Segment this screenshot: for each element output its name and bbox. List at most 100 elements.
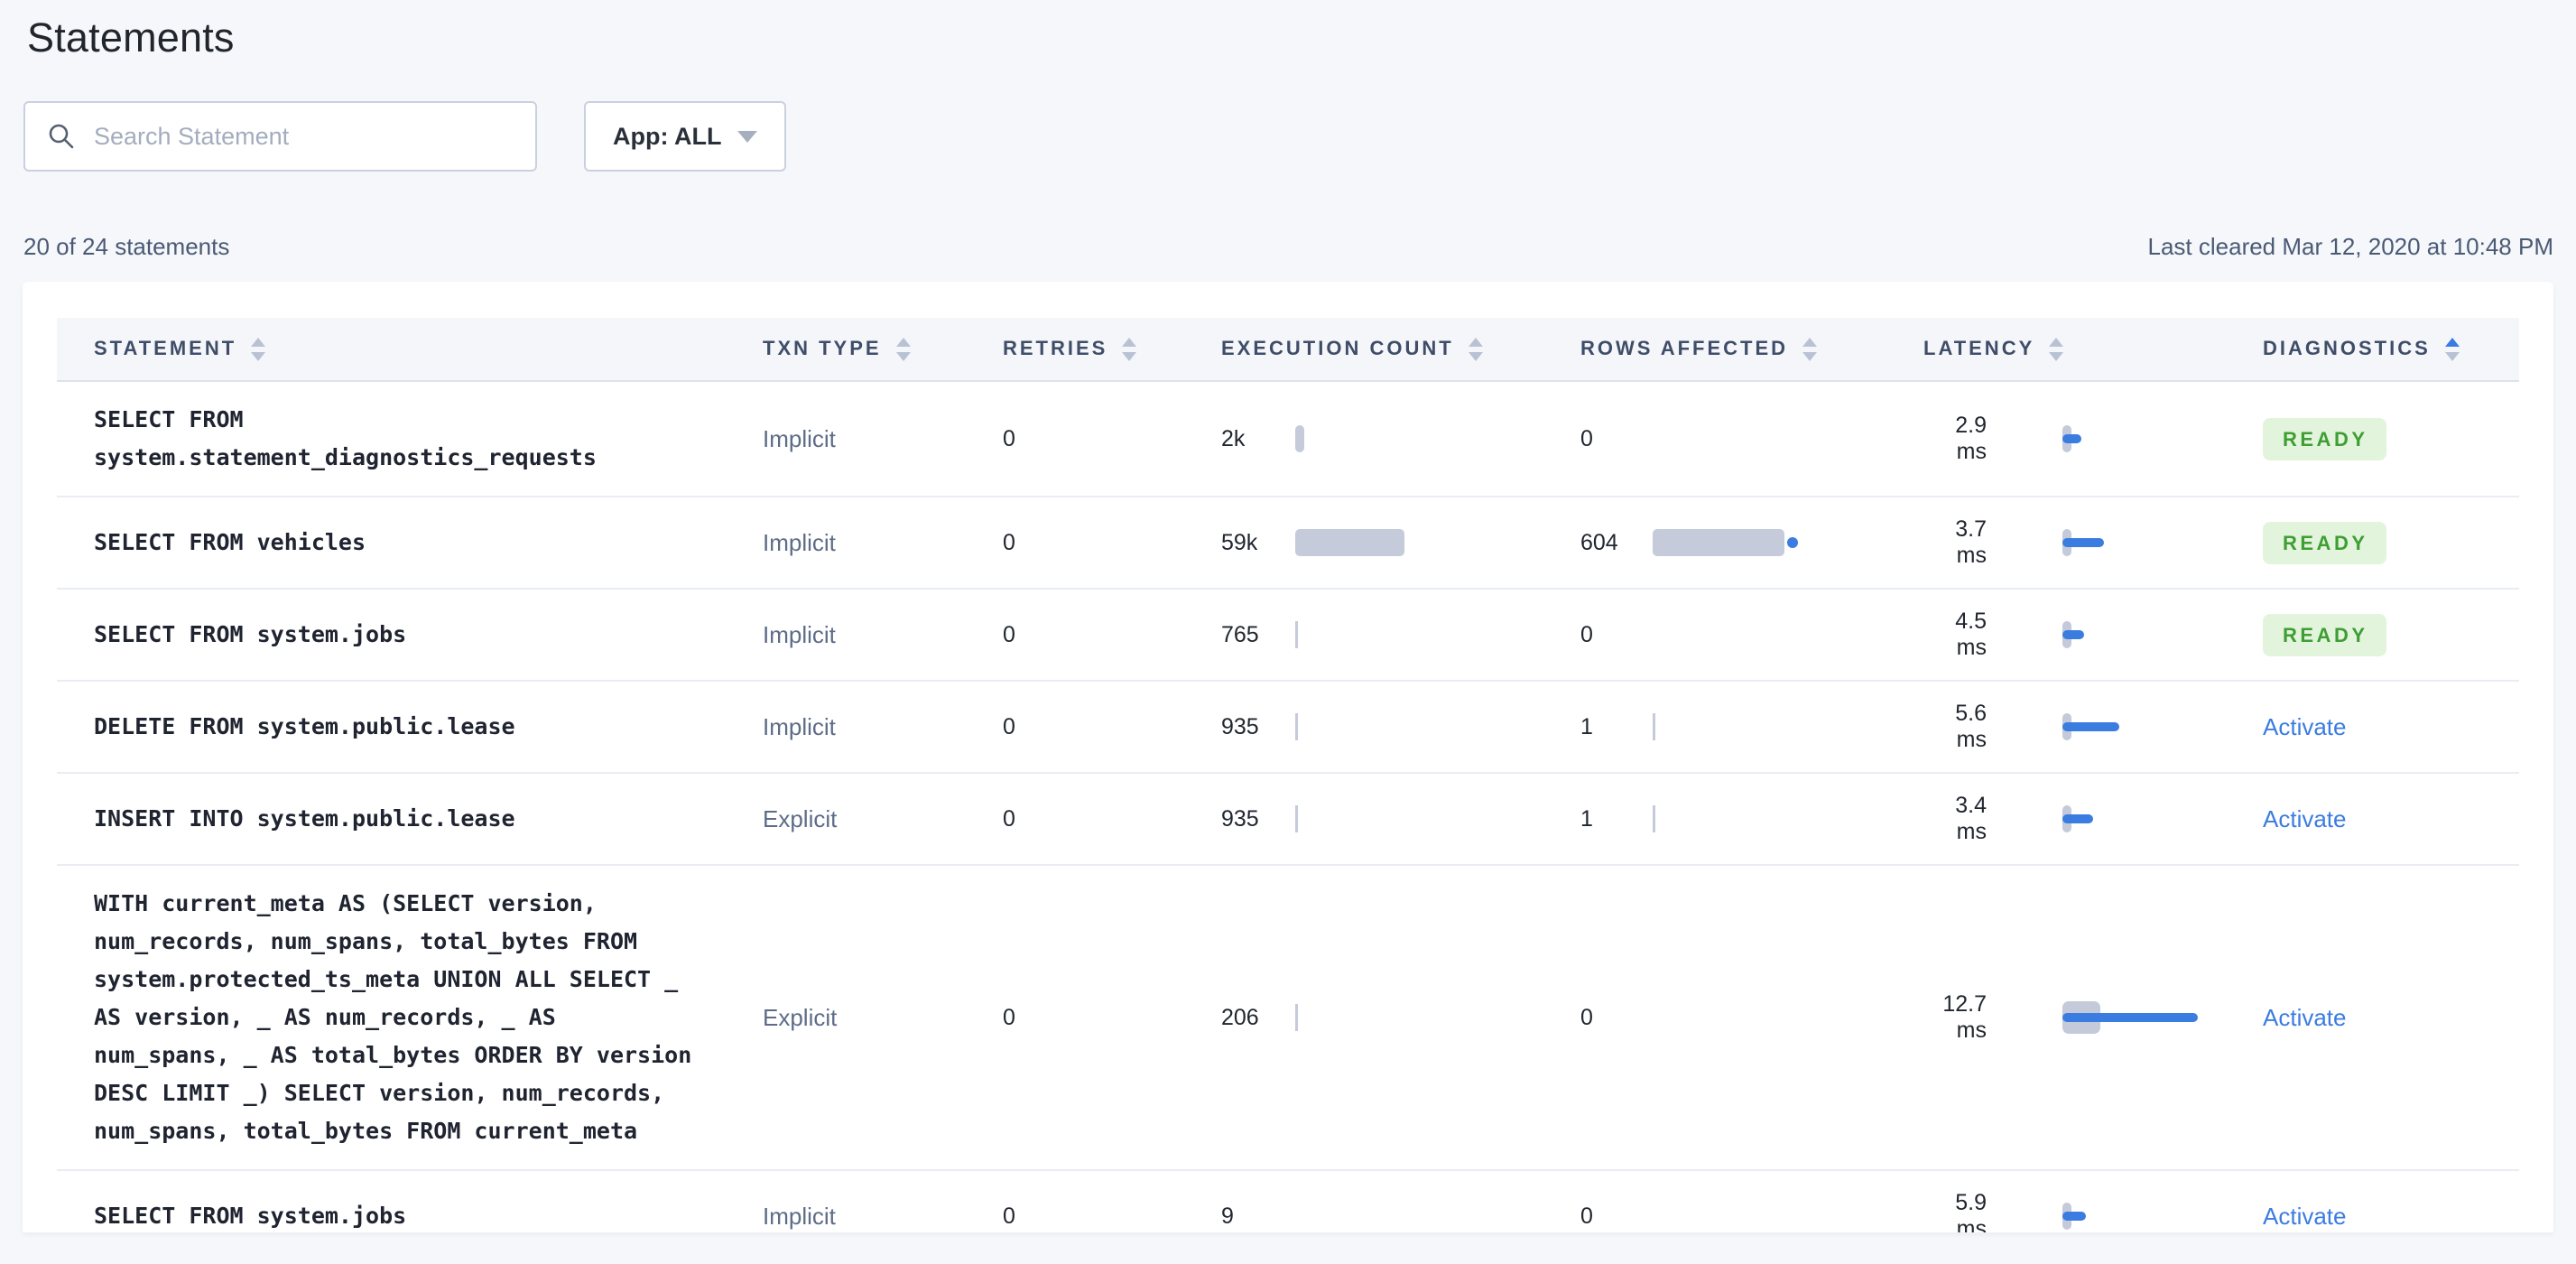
retries-cell: 0 (1003, 773, 1221, 866)
rows-affected-bar-fill (1653, 713, 1655, 740)
statements-count: 20 of 24 statements (23, 233, 230, 260)
execution-count-bar (1295, 525, 1404, 561)
sort-arrows-icon (1122, 338, 1137, 362)
search-icon (49, 124, 74, 149)
execution-count: 9 (1221, 1198, 1580, 1232)
execution-count-value: 206 (1221, 1004, 1259, 1030)
sort-arrows-icon (1802, 338, 1818, 362)
column-header-rows_affected[interactable]: ROWS AFFECTED (1580, 318, 1923, 382)
latency-value: 2.9 ms (1955, 413, 1987, 464)
diagnostics-activate-link[interactable]: Activate (2263, 805, 2347, 832)
execution-count-bar (1295, 999, 1298, 1036)
execution-count-cell: 765 (1221, 589, 1580, 682)
execution-count-bar (1295, 801, 1298, 837)
latency: 3.4 ms (1923, 793, 2263, 845)
sort-arrows-icon (2444, 338, 2460, 362)
latency-bar-chart (2062, 617, 2252, 653)
column-header-latency[interactable]: LATENCY (1923, 318, 2263, 382)
search-box (23, 101, 537, 172)
rows-affected: 0 (1580, 617, 1923, 653)
sort-asc-icon (1122, 338, 1137, 348)
latency-cell: 3.4 ms (1923, 773, 2263, 866)
diagnostics-ready-badge[interactable]: READY (2263, 521, 2386, 564)
diagnostics-cell: Activate (2263, 681, 2519, 774)
sort-desc-icon (1802, 352, 1818, 362)
execution-count-bar (1295, 617, 1298, 653)
column-header-diagnostics[interactable]: DIAGNOSTICS (2263, 318, 2519, 382)
table-row: WITH current_meta AS (SELECT version, nu… (57, 865, 2519, 1171)
table-meta-row: 20 of 24 statements Last cleared Mar 12,… (23, 233, 2553, 261)
statement-text: SELECT FROM system.statement_diagnostics… (94, 406, 597, 470)
txn-type-cell: Implicit (763, 497, 1003, 590)
execution-count-value: 2k (1221, 425, 1246, 451)
table-row: INSERT INTO system.public.lease Explicit 0… (57, 773, 2519, 866)
diagnostics-activate-link[interactable]: Activate (2263, 713, 2347, 740)
column-header-retries[interactable]: RETRIES (1003, 318, 1221, 382)
rows-affected: 0 (1580, 421, 1923, 457)
execution-count-bar-fill (1295, 529, 1404, 556)
rows-affected-bar (1653, 801, 1655, 837)
chevron-down-icon (737, 130, 758, 143)
execution-count-value: 935 (1221, 713, 1259, 739)
retries-cell: 0 (1003, 865, 1221, 1171)
statement-cell[interactable]: WITH current_meta AS (SELECT version, nu… (57, 865, 763, 1171)
sort-asc-icon (895, 338, 911, 348)
latency: 3.7 ms (1923, 516, 2263, 569)
table-row: DELETE FROM system.public.lease Implicit 0… (57, 681, 2519, 774)
txn-type-cell: Explicit (763, 773, 1003, 866)
column-header-label: ROWS AFFECTED (1580, 336, 1789, 359)
statements-table-card: STATEMENT TXN TYPE RETRIES EXECUTION COUNT R… (23, 282, 2553, 1232)
latency-value: 5.9 ms (1955, 1190, 1987, 1232)
column-header-txn_type[interactable]: TXN TYPE (763, 318, 1003, 382)
latency-mean-bar (2062, 1212, 2086, 1221)
statement-cell[interactable]: SELECT FROM system.jobs (57, 589, 763, 682)
latency: 5.9 ms (1923, 1190, 2263, 1232)
latency-cell: 4.5 ms (1923, 589, 2263, 682)
column-header-statement[interactable]: STATEMENT (57, 318, 763, 382)
diagnostics-cell: Activate (2263, 865, 2519, 1171)
txn-type-cell: Explicit (763, 865, 1003, 1171)
column-header-label: TXN TYPE (763, 336, 882, 359)
sort-asc-icon (2049, 338, 2064, 348)
rows-affected-bar-fill (1653, 529, 1784, 556)
execution-count-bar-fill (1295, 621, 1298, 648)
sort-desc-icon (2049, 352, 2064, 362)
statement-cell[interactable]: SELECT FROM system.jobs (57, 1170, 763, 1232)
execution-count: 59k (1221, 525, 1580, 561)
column-header-execution_count[interactable]: EXECUTION COUNT (1221, 318, 1580, 382)
diagnostics-activate-link[interactable]: Activate (2263, 1203, 2347, 1230)
statement-text: WITH current_meta AS (SELECT version, nu… (94, 890, 692, 1144)
execution-count-cell: 206 (1221, 865, 1580, 1171)
latency-cell: 3.7 ms (1923, 497, 2263, 590)
latency-bar-chart (2062, 801, 2252, 837)
sort-arrows-icon (251, 338, 266, 362)
statement-cell[interactable]: SELECT FROM vehicles (57, 497, 763, 590)
latency-bar-chart (2062, 999, 2252, 1036)
diagnostics-ready-badge[interactable]: READY (2263, 417, 2386, 460)
rows-affected-bar (1653, 525, 1798, 561)
execution-count-cell: 935 (1221, 681, 1580, 774)
execution-count-bar (1295, 709, 1298, 745)
app-filter-dropdown[interactable]: App: ALL (584, 101, 787, 172)
rows-affected-value: 604 (1580, 529, 1618, 555)
execution-count-value: 765 (1221, 621, 1259, 647)
execution-count-cell: 9 (1221, 1170, 1580, 1232)
table-row: SELECT FROM system.jobs Implicit 0 765 0 4.5 … (57, 589, 2519, 682)
sort-arrows-icon (1468, 338, 1483, 362)
latency: 12.7 ms (1923, 991, 2263, 1044)
statement-cell[interactable]: DELETE FROM system.public.lease (57, 681, 763, 774)
statement-cell[interactable]: SELECT FROM system.statement_diagnostics… (57, 381, 763, 497)
sort-desc-icon (2444, 352, 2460, 362)
diagnostics-activate-link[interactable]: Activate (2263, 1004, 2347, 1031)
search-input[interactable] (94, 122, 517, 151)
last-cleared-timestamp: Last cleared Mar 12, 2020 at 10:48 PM (2147, 233, 2554, 260)
execution-count-bar (1295, 421, 1304, 457)
execution-count-bar-fill (1295, 805, 1298, 832)
diagnostics-cell: READY (2263, 589, 2519, 682)
rows-affected-cell: 0 (1580, 1170, 1923, 1232)
diagnostics-ready-badge[interactable]: READY (2263, 613, 2386, 656)
rows-affected: 1 (1580, 801, 1923, 837)
statement-cell[interactable]: INSERT INTO system.public.lease (57, 773, 763, 866)
rows-affected: 604 (1580, 525, 1923, 561)
statement-text: SELECT FROM system.jobs (94, 1203, 407, 1229)
